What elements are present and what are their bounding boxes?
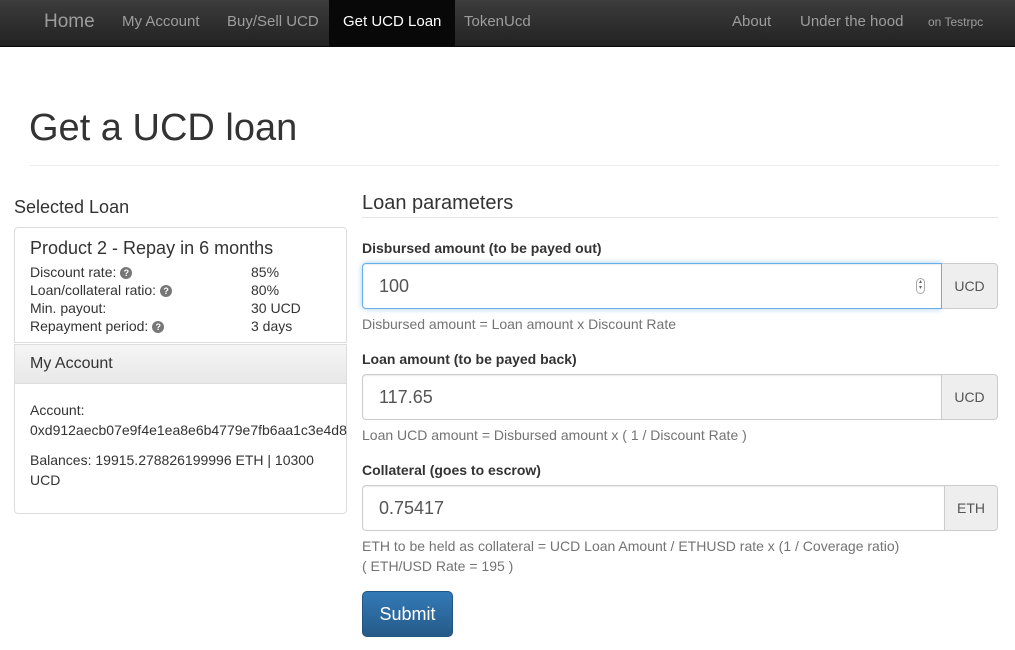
selected-loan-heading: Selected Loan xyxy=(14,197,130,217)
disbursed-amount-help: Disbursed amount = Loan amount x Discoun… xyxy=(362,316,677,332)
loan-amount-help: Loan UCD amount = Disbursed amount x ( 1… xyxy=(362,427,747,443)
disbursed-amount-label: Disbursed amount (to be payed out) xyxy=(362,240,602,256)
product-title: Product 2 - Repay in 6 months xyxy=(30,238,274,258)
question-circle-icon[interactable]: ? xyxy=(160,285,173,297)
loan-amount-input[interactable]: 117.65 xyxy=(362,374,942,420)
question-circle-icon[interactable]: ? xyxy=(152,321,165,333)
min-payout-label: Min. payout: xyxy=(30,300,107,316)
selected-product-panel: Product 2 - Repay in 6 months Discount r… xyxy=(14,227,347,343)
loan-amount-group: 117.65 UCD xyxy=(362,374,998,420)
discount-rate-label: Discount rate: xyxy=(30,264,117,280)
loan-amount-value: 117.65 xyxy=(379,387,433,407)
loan-parameters-heading: Loan parameters xyxy=(362,192,514,214)
nav-buy-sell-link[interactable]: Buy/Sell UCD xyxy=(227,0,319,46)
loan-collateral-ratio-label: Loan/collateral ratio: xyxy=(30,282,157,298)
nav-network-indicator[interactable]: on Testrpc xyxy=(928,0,983,46)
nav-token-ucd-link[interactable]: TokenUcd xyxy=(464,0,531,46)
discount-rate-value: 85% xyxy=(251,264,280,280)
navbar: Home My Account Buy/Sell UCD Get UCD Loa… xyxy=(0,0,1015,47)
my-account-panel: My Account Account: 0xd912aecb07e9f4e1ea… xyxy=(14,344,347,514)
my-account-heading: My Account xyxy=(15,345,346,384)
nav-my-account-link[interactable]: My Account xyxy=(122,0,200,46)
disbursed-amount-input[interactable]: 100 ▴ ▾ xyxy=(362,263,942,309)
page-title: Get a UCD loan xyxy=(29,107,298,149)
repayment-period-label: Repayment period: xyxy=(30,318,149,334)
account-label: Account: xyxy=(30,402,85,418)
nav-about-link[interactable]: About xyxy=(732,0,771,46)
collateral-label: Collateral (goes to escrow) xyxy=(362,462,541,478)
disbursed-amount-value: 100 xyxy=(379,276,410,296)
submit-button[interactable]: Submit xyxy=(362,591,453,637)
account-balances: Balances: 19915.278826199996 ETH | 10300… xyxy=(30,452,314,488)
nav-get-loan-link[interactable]: Get UCD Loan xyxy=(329,0,456,46)
collateral-group: 0.75417 ETH xyxy=(362,485,998,531)
header-divider xyxy=(29,165,999,166)
loan-parameters-divider xyxy=(362,217,998,218)
nav-home-link[interactable]: Home xyxy=(44,0,95,46)
collateral-help-formula: ETH to be held as collateral = UCD Loan … xyxy=(362,538,900,554)
collateral-unit-addon: ETH xyxy=(945,485,998,531)
collateral-help-rate: ( ETH/USD Rate = 195 ) xyxy=(362,558,514,574)
disbursed-amount-group: 100 ▴ ▾ UCD xyxy=(362,263,998,309)
collateral-input[interactable]: 0.75417 xyxy=(362,485,945,531)
loan-amount-label: Loan amount (to be payed back) xyxy=(362,351,577,367)
nav-under-the-hood-link[interactable]: Under the hood xyxy=(800,0,903,46)
min-payout-value: 30 UCD xyxy=(251,300,301,316)
repayment-period-value: 3 days xyxy=(251,318,293,334)
question-circle-icon[interactable]: ? xyxy=(120,267,133,279)
account-address: 0xd912aecb07e9f4e1ea8e6b4779e7fb6aa1c3e4… xyxy=(30,422,347,438)
collateral-value: 0.75417 xyxy=(379,498,445,518)
loan-amount-unit-addon: UCD xyxy=(942,374,998,420)
number-spinner-icon[interactable]: ▴ ▾ xyxy=(916,278,925,294)
disbursed-unit-addon: UCD xyxy=(942,263,998,309)
loan-collateral-ratio-value: 80% xyxy=(251,282,280,298)
